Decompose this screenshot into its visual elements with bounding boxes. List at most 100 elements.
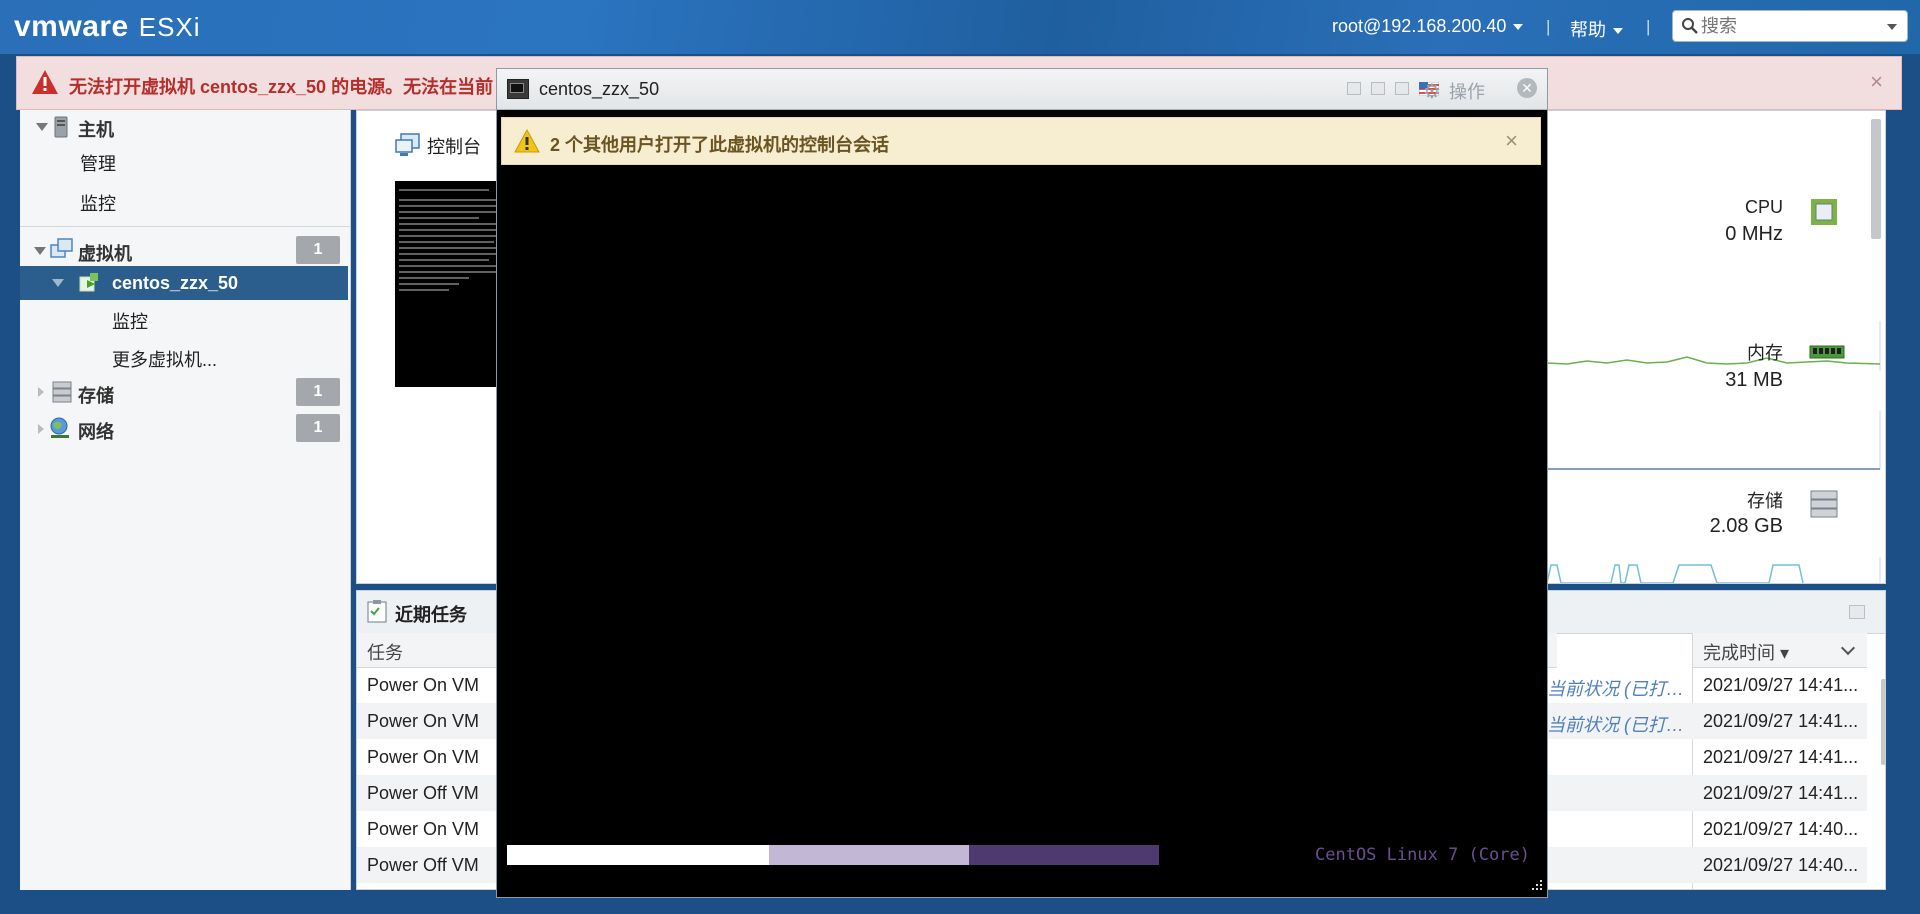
- search-box[interactable]: [1672, 10, 1908, 42]
- chevron-down-icon[interactable]: [1887, 24, 1897, 30]
- boot-progress-segment-1: [507, 845, 769, 865]
- chevron-right-icon[interactable]: [38, 387, 44, 397]
- close-icon[interactable]: ×: [1505, 128, 1518, 154]
- task-name: Power Off VM: [367, 855, 479, 875]
- nav-host[interactable]: 主机: [78, 116, 114, 142]
- brand-name: vmware: [14, 10, 129, 43]
- task-completed-time: 2021/09/27 14:40...: [1703, 855, 1859, 875]
- vms-count-badge: 1: [296, 236, 340, 264]
- memory-module-icon: [1809, 345, 1845, 359]
- console-warning-banner: 2 个其他用户打开了此虚拟机的控制台会话 ×: [501, 117, 1541, 165]
- boot-progress-segment-2: [769, 845, 969, 865]
- header-separator: |: [1546, 17, 1551, 36]
- tasks-scrollbar[interactable]: [1881, 679, 1885, 765]
- restore-window-icon[interactable]: [1347, 82, 1361, 95]
- task-result[interactable]: 当前状况 (已打…: [1547, 711, 1684, 737]
- vm-console-window[interactable]: centos_zzx_50 ⚙ 操作 ✕ 2 个其他用户打开了此虚拟机的控制台会…: [496, 68, 1548, 898]
- network-count-badge: 1: [296, 414, 340, 442]
- actions-menu[interactable]: ⚙ 操作: [1423, 78, 1485, 104]
- minimize-window-icon[interactable]: [1371, 82, 1385, 95]
- gear-icon: ⚙: [1423, 81, 1441, 103]
- cpu-chip-icon: [1811, 199, 1837, 225]
- actions-label: 操作: [1449, 82, 1485, 102]
- header-separator: |: [1646, 17, 1651, 36]
- boot-progress-segment-3: [969, 845, 1159, 865]
- virtual-machines-icon: [50, 238, 73, 258]
- storage-disk-icon: [1810, 490, 1838, 518]
- task-completed-time: 2021/09/27 14:40...: [1703, 819, 1859, 839]
- help-label: 帮助: [1570, 20, 1606, 40]
- tasks-title: 近期任务: [395, 605, 467, 625]
- console-window-icon: [507, 79, 529, 99]
- close-icon[interactable]: ✕: [1517, 78, 1537, 98]
- network-globe-icon: [50, 417, 69, 438]
- nav-vms[interactable]: 虚拟机: [78, 240, 132, 266]
- summary-scrollbar[interactable]: [1871, 119, 1881, 239]
- nav-more-vms[interactable]: 更多虚拟机...: [112, 346, 217, 372]
- chevron-down-icon[interactable]: [1840, 640, 1856, 656]
- console-label[interactable]: 控制台: [427, 133, 481, 159]
- task-name: Power On VM: [367, 675, 480, 695]
- nav-vm-centos-selected[interactable]: centos_zzx_50: [20, 266, 348, 300]
- col-completed-label: 完成时间 ▾: [1703, 643, 1790, 663]
- close-icon[interactable]: ×: [1870, 69, 1883, 95]
- storage-value: 2.08 GB: [1709, 515, 1783, 537]
- memory-label: 内存: [1747, 343, 1783, 363]
- memory-sparkline: [1547, 411, 1881, 470]
- chevron-down-icon[interactable]: [36, 123, 48, 131]
- warning-message: 2 个其他用户打开了此虚拟机的控制台会话: [550, 135, 890, 155]
- nav-host-monitor[interactable]: 监控: [80, 190, 116, 216]
- resize-grip-icon[interactable]: [1528, 878, 1544, 894]
- host-server-icon: [54, 116, 68, 138]
- cpu-value: 0 MHz: [1725, 223, 1783, 245]
- col-completed-header[interactable]: 完成时间 ▾: [1693, 633, 1867, 668]
- nav-host-manage[interactable]: 管理: [80, 150, 116, 176]
- task-name: Power On VM: [367, 747, 480, 767]
- nav-vm-monitor[interactable]: 监控: [112, 308, 148, 334]
- search-input[interactable]: [1701, 14, 1879, 38]
- memory-value: 31 MB: [1725, 369, 1783, 391]
- navigator-panel: 主机 管理 监控 虚拟机 1 centos_zzx_50 监控 更多虚拟机...…: [20, 110, 351, 890]
- vmware-logo: vmware ESXi: [14, 10, 201, 44]
- chevron-down-icon: [1513, 24, 1524, 31]
- user-menu[interactable]: root@192.168.200.40: [1332, 16, 1524, 37]
- task-completed-time: 2021/09/27 14:41...: [1703, 675, 1859, 695]
- warning-icon: [514, 129, 540, 153]
- chevron-down-icon[interactable]: [34, 247, 46, 255]
- error-message: 无法打开虚拟机 centos_zzx_50 的电源。无法在当前: [69, 77, 494, 97]
- task-completed-time: 2021/09/27 14:41...: [1703, 747, 1859, 767]
- minimize-icon[interactable]: [1849, 605, 1865, 619]
- maximize-window-icon[interactable]: [1395, 82, 1409, 95]
- console-title: centos_zzx_50: [539, 79, 660, 99]
- tasks-clipboard-icon: [367, 600, 387, 623]
- nav-vm-label: centos_zzx_50: [112, 273, 239, 293]
- help-menu[interactable]: 帮助: [1570, 16, 1623, 42]
- task-name: Power On VM: [367, 711, 480, 731]
- error-warning-icon: [32, 70, 58, 94]
- user-label: root@192.168.200.40: [1332, 16, 1507, 36]
- chevron-down-icon: [1613, 28, 1623, 35]
- storage-label: 存储: [1747, 491, 1783, 511]
- nav-storage[interactable]: 存储: [78, 382, 114, 408]
- storage-sparkline: [1547, 557, 1881, 583]
- task-completed-time: 2021/09/27 14:41...: [1703, 711, 1859, 731]
- console-titlebar[interactable]: centos_zzx_50 ⚙ 操作 ✕: [497, 69, 1547, 110]
- cpu-label: CPU: [1744, 197, 1783, 217]
- nav-divider: [20, 226, 350, 227]
- col-task-label: 任务: [367, 643, 403, 663]
- task-name: Power On VM: [367, 819, 480, 839]
- task-result[interactable]: 当前状况 (已打…: [1547, 675, 1684, 701]
- task-completed-time: 2021/09/27 14:41...: [1703, 783, 1859, 803]
- storage-icon: [52, 381, 72, 403]
- console-icon: [395, 133, 420, 156]
- boot-splash-text: CentOS Linux 7 (Core): [1315, 845, 1530, 865]
- product-name: ESXi: [138, 12, 201, 42]
- top-header: vmware ESXi root@192.168.200.40 | 帮助 |: [0, 0, 1920, 54]
- search-icon: [1682, 18, 1698, 34]
- storage-count-badge: 1: [296, 378, 340, 406]
- vm-powered-on-icon: [79, 273, 98, 292]
- nav-network[interactable]: 网络: [78, 418, 114, 444]
- chevron-down-icon[interactable]: [52, 279, 64, 287]
- task-name: Power Off VM: [367, 783, 479, 803]
- chevron-right-icon[interactable]: [38, 424, 44, 434]
